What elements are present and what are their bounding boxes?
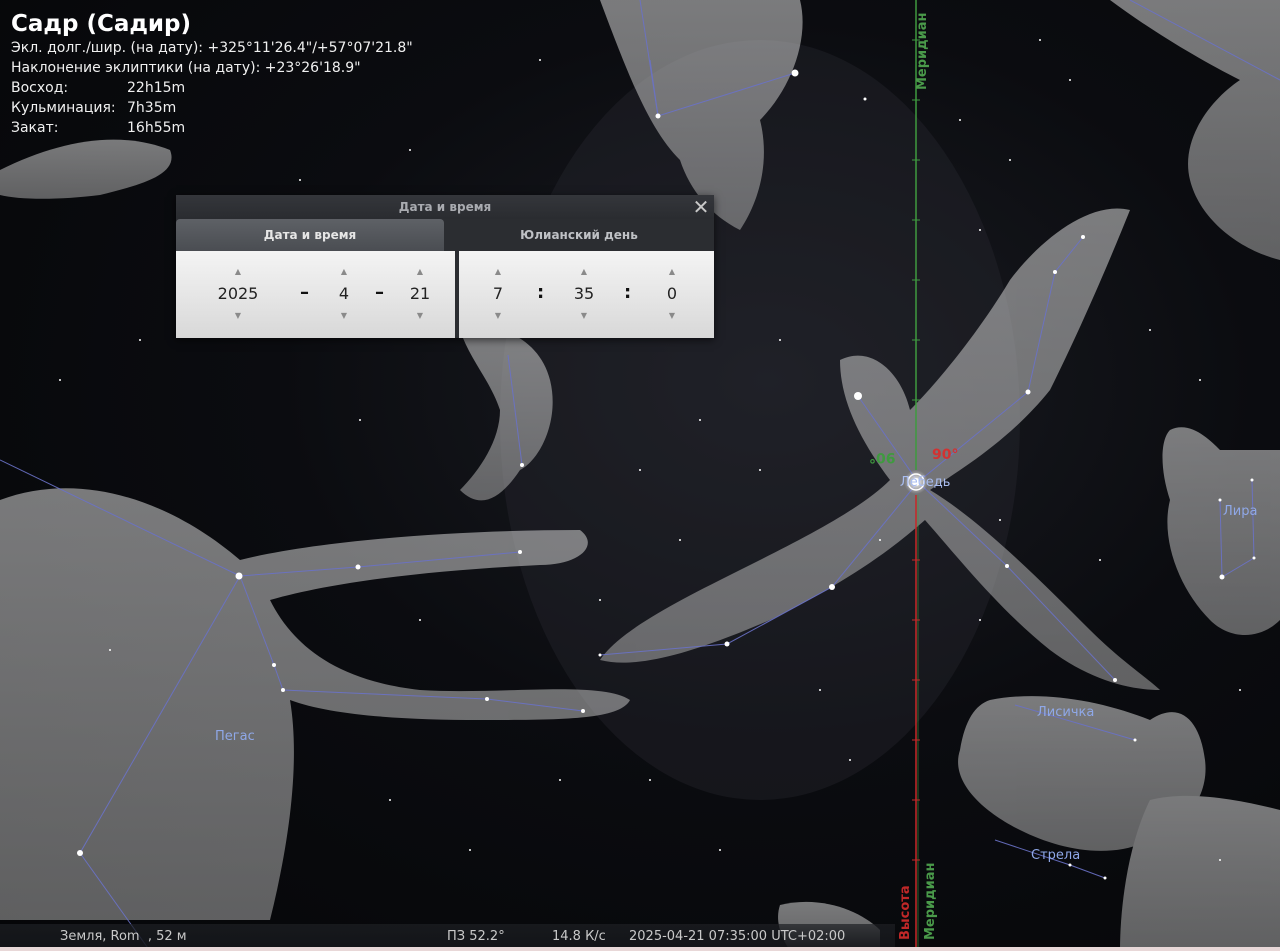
angle-label-red: 90° (932, 447, 959, 463)
status-datetime[interactable]: 2025-04-21 07:35:00 UTC+02:00 (629, 929, 845, 944)
triangle-down-icon[interactable]: ▼ (481, 311, 515, 320)
triangle-down-icon[interactable]: ▼ (326, 311, 362, 320)
constellation-label-lyra: Лира (1223, 504, 1258, 519)
minute-value[interactable]: 35 (566, 284, 602, 303)
month-spinbox[interactable]: ▲ 4 ▼ (326, 251, 362, 338)
status-location[interactable]: Земля, Rom , 52 м (60, 929, 187, 944)
dialog-titlebar[interactable]: Дата и время ✕ (176, 195, 714, 219)
triangle-down-icon[interactable]: ▼ (402, 311, 438, 320)
triangle-down-icon[interactable]: ▼ (213, 311, 263, 320)
date-separator: – (300, 282, 309, 303)
triangle-down-icon[interactable]: ▼ (566, 311, 602, 320)
year-spinbox[interactable]: ▲ 2025 ▼ (213, 251, 263, 338)
info-key: Закат: (11, 120, 59, 136)
triangle-up-icon[interactable]: ▲ (655, 267, 689, 276)
triangle-up-icon[interactable]: ▲ (481, 267, 515, 276)
minute-spinbox[interactable]: ▲ 35 ▼ (566, 251, 602, 338)
object-info-panel: Садр (Садир) Экл. долг./шир. (на дату): … (11, 10, 413, 138)
second-spinbox[interactable]: ▲ 0 ▼ (655, 251, 689, 338)
info-rise: Восход: 22h15m (11, 78, 413, 98)
hour-spinbox[interactable]: ▲ 7 ▼ (481, 251, 515, 338)
dialog-tabs: Дата и время Юлианский день (176, 219, 714, 251)
info-value: 22h15m (127, 80, 186, 96)
object-title: Садр (Садир) (11, 11, 192, 37)
info-key: Наклонение эклиптики (на дату): (11, 60, 261, 76)
date-panel: ▲ 2025 ▼ – ▲ 4 ▼ – ▲ 21 ▼ (176, 251, 455, 338)
date-separator: – (375, 282, 384, 303)
info-ecliptic-coords: Экл. долг./шир. (на дату): +325°11'26.4"… (11, 38, 413, 58)
meridian-label-top: Меридиан (915, 12, 930, 90)
constellation-label-pegasus: Пегас (215, 729, 255, 744)
constellation-label-sagitta: Стрела (1031, 848, 1081, 863)
tab-date-time[interactable]: Дата и время (176, 219, 444, 251)
time-panel: ▲ 7 ▼ : ▲ 35 ▼ : ▲ 0 ▼ (459, 251, 714, 338)
year-value[interactable]: 2025 (213, 284, 263, 303)
altitude-label: Высота (898, 885, 913, 940)
info-key: Экл. долг./шир. (на дату): (11, 40, 204, 56)
sky-canvas (0, 0, 1280, 951)
constellation-label-cygnus: Лебедь (900, 475, 951, 490)
tab-julian-day[interactable]: Юлианский день (444, 219, 714, 251)
triangle-down-icon[interactable]: ▼ (655, 311, 689, 320)
triangle-up-icon[interactable]: ▲ (402, 267, 438, 276)
month-value[interactable]: 4 (326, 284, 362, 303)
status-bar: Земля, Rom , 52 м ПЗ 52.2° 14.8 К/с 2025… (0, 924, 895, 947)
day-value[interactable]: 21 (402, 284, 438, 303)
time-separator: : (624, 282, 632, 303)
status-fps: 14.8 К/с (552, 929, 606, 944)
status-fov: ПЗ 52.2° (447, 929, 505, 944)
day-spinbox[interactable]: ▲ 21 ▼ (402, 251, 438, 338)
info-key: Восход: (11, 80, 69, 96)
dialog-panels: ▲ 2025 ▼ – ▲ 4 ▼ – ▲ 21 ▼ ▲ 7 ▼ : ▲ 35 ▼… (176, 251, 714, 338)
triangle-up-icon[interactable]: ▲ (326, 267, 362, 276)
meridian-label-bottom: Меридиан (923, 862, 938, 940)
angle-label-green: 90° (869, 449, 896, 465)
sky-view[interactable]: Пегас Лебедь Лира Лисичка Стрела Меридиа… (0, 0, 1280, 951)
triangle-up-icon[interactable]: ▲ (213, 267, 263, 276)
info-value: +23°26'18.9" (264, 60, 361, 76)
info-value: 7h35m (127, 100, 177, 116)
info-key: Кульминация: (11, 100, 116, 116)
info-culmination: Кульминация: 7h35m (11, 98, 413, 118)
bottom-strip (0, 947, 1280, 951)
info-set: Закат: 16h55m (11, 118, 413, 138)
info-value: +325°11'26.4"/+57°07'21.8" (207, 40, 413, 56)
info-value: 16h55m (127, 120, 186, 136)
constellation-label-vulpecula: Лисичка (1037, 705, 1095, 720)
triangle-up-icon[interactable]: ▲ (566, 267, 602, 276)
dialog-title: Дата и время (398, 200, 492, 214)
hour-value[interactable]: 7 (481, 284, 515, 303)
time-separator: : (537, 282, 545, 303)
second-value[interactable]: 0 (655, 284, 689, 303)
info-ecliptic-obliquity: Наклонение эклиптики (на дату): +23°26'1… (11, 58, 413, 78)
close-icon[interactable]: ✕ (692, 195, 710, 219)
date-time-dialog[interactable]: Дата и время ✕ Дата и время Юлианский де… (176, 195, 714, 338)
